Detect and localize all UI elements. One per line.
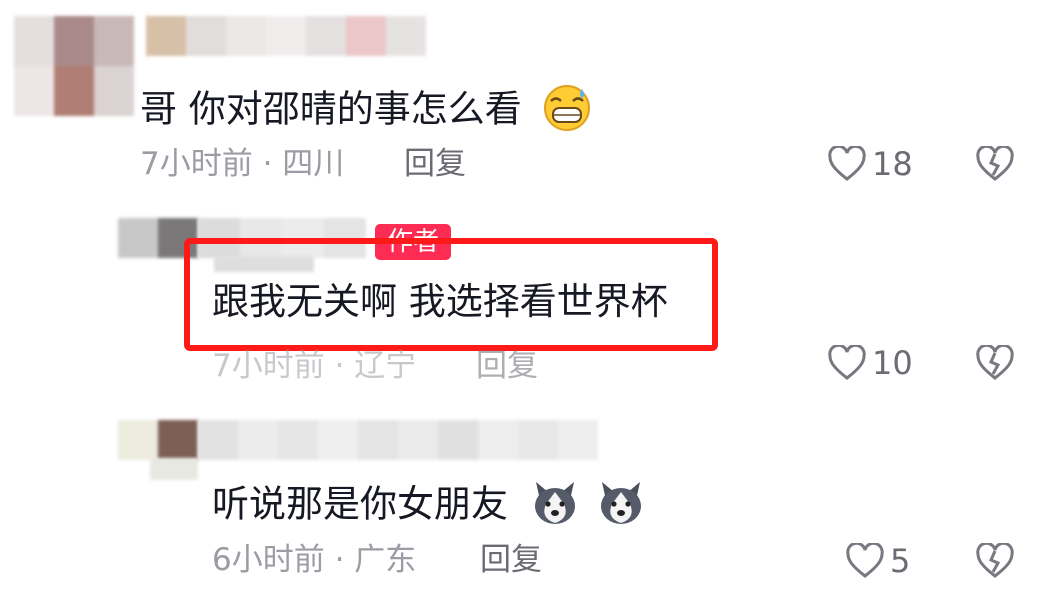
comment-1-meta: 7小时前 · 四川: [140, 146, 345, 182]
avatar-censored: [118, 420, 198, 460]
like-count: 18: [872, 145, 913, 183]
heart-icon: [828, 146, 866, 181]
comment-2-meta: 7小时前 · 辽宁: [212, 348, 417, 384]
heart-icon: [846, 543, 884, 578]
like-count: 10: [872, 344, 913, 382]
comment-3-text: 听说那是你女朋友: [212, 478, 646, 534]
grinning-sweat-emoji: [542, 83, 592, 139]
husky-dog-emoji: [530, 478, 580, 534]
reply-button[interactable]: 回复: [476, 351, 538, 382]
broken-heart-icon: [976, 541, 1014, 578]
username-censored: [198, 420, 598, 460]
like-button[interactable]: 10: [828, 345, 913, 381]
like-button[interactable]: 18: [828, 146, 913, 182]
comment-1-text: 哥 你对邵晴的事怎么看: [140, 87, 522, 131]
husky-dog-emoji: [596, 478, 646, 534]
comment-text: 哥 你对邵晴的事怎么看: [140, 83, 592, 139]
heart-icon: [828, 345, 866, 380]
reply-button[interactable]: 回复: [404, 149, 466, 180]
avatar-censored-2: [150, 458, 198, 480]
comment-3-meta: 6小时前 · 广东: [212, 542, 417, 578]
broken-heart-icon: [976, 343, 1014, 380]
dislike-button[interactable]: [976, 541, 1014, 583]
dislike-button[interactable]: [976, 144, 1014, 186]
like-count: 5: [890, 542, 911, 580]
dislike-button[interactable]: [976, 343, 1014, 385]
avatar-censored: [14, 16, 134, 116]
broken-heart-icon: [976, 144, 1014, 181]
reply-button[interactable]: 回复: [480, 545, 542, 576]
username-censored: [146, 16, 426, 56]
like-button[interactable]: 5: [846, 543, 910, 579]
highlight-box: [184, 238, 718, 351]
comment-3-label: 听说那是你女朋友: [212, 482, 508, 526]
